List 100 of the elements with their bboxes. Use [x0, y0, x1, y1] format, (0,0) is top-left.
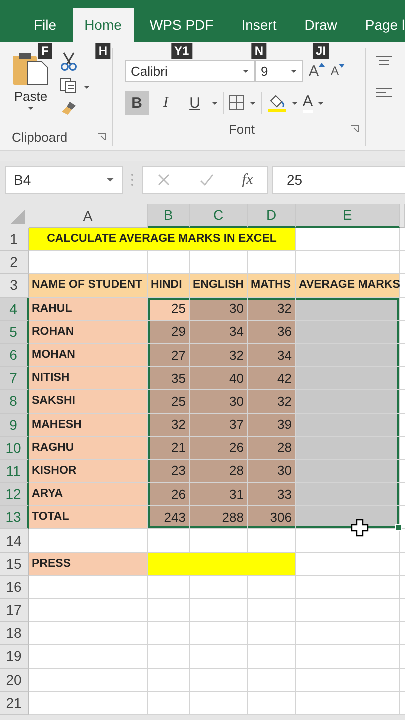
caret-icon[interactable] — [318, 102, 324, 104]
table-cell: 32 — [190, 344, 248, 368]
copy-icon[interactable] — [60, 78, 92, 94]
table-cell — [190, 529, 248, 553]
table-cell: HINDI — [148, 274, 190, 298]
row-header[interactable]: 19 — [0, 645, 29, 669]
row-header[interactable]: 17 — [0, 599, 29, 622]
table-cell: 28 — [248, 436, 296, 460]
dialog-launcher-icon[interactable] — [98, 133, 106, 141]
table-cell — [190, 692, 248, 715]
ribbon-tab[interactable]: Draw — [292, 8, 350, 42]
row-header[interactable]: 9 — [0, 414, 29, 437]
row-header[interactable]: 20 — [0, 668, 29, 692]
table-cell: 26 — [190, 436, 248, 460]
table-cell: 30 — [248, 460, 296, 484]
ribbon-tab[interactable]: Home — [72, 8, 134, 42]
row-header[interactable]: 18 — [0, 622, 29, 646]
formula-field[interactable]: 25 — [272, 166, 405, 194]
table-cell: 26 — [148, 483, 190, 506]
table-cell — [148, 645, 190, 669]
table-cell: ENGLISH — [190, 274, 248, 298]
table-cell: 34 — [248, 344, 296, 368]
table-cell: 32 — [248, 298, 296, 321]
table-cell — [248, 251, 296, 274]
table-cell: 32 — [148, 414, 190, 437]
table-cell — [248, 576, 296, 599]
fill-handle[interactable] — [395, 524, 402, 532]
table-cell: 21 — [148, 436, 190, 460]
underline-button[interactable]: U — [183, 91, 207, 115]
table-cell: ROHAN — [29, 320, 148, 344]
row-header[interactable]: 5 — [0, 320, 29, 344]
table-cell — [190, 668, 248, 692]
caret-icon — [243, 70, 249, 72]
row-header[interactable]: 7 — [0, 367, 29, 390]
font-name-field[interactable]: Calibri — [125, 60, 255, 82]
caret-icon[interactable] — [292, 102, 298, 104]
row-header[interactable]: 12 — [0, 483, 29, 506]
row-header[interactable]: 15 — [0, 552, 29, 576]
column-header[interactable]: A — [29, 204, 148, 228]
ribbon-tab[interactable]: WPS PDF — [138, 8, 226, 42]
table-cell — [248, 599, 296, 622]
column-header[interactable]: E — [296, 204, 400, 228]
table-cell — [248, 622, 296, 646]
ribbon-tab[interactable]: Insert — [230, 8, 289, 42]
font-size-field[interactable]: 9 — [255, 60, 303, 82]
row-header[interactable]: 1 — [0, 228, 29, 252]
table-cell: SAKSHI — [29, 390, 148, 414]
table-cell — [190, 251, 248, 274]
bold-button[interactable]: B — [125, 91, 149, 115]
table-cell: 39 — [248, 414, 296, 437]
key-tip: H — [96, 43, 111, 59]
caret-icon[interactable] — [250, 102, 256, 104]
dialog-launcher-icon[interactable] — [351, 125, 359, 133]
table-cell: MAHESH — [29, 414, 148, 437]
row-header[interactable]: 10 — [0, 436, 29, 460]
row-header[interactable]: 13 — [0, 506, 29, 530]
table-cell: 29 — [148, 320, 190, 344]
row-header[interactable]: 6 — [0, 344, 29, 368]
row-header[interactable]: 16 — [0, 576, 29, 599]
table-cell: MATHS — [248, 274, 296, 298]
caret-icon[interactable] — [212, 102, 218, 104]
shrink-font-button[interactable]: A — [331, 64, 346, 78]
drag-handle-icon[interactable] — [131, 173, 134, 187]
row-header[interactable]: 4 — [0, 298, 29, 321]
italic-button[interactable]: I — [154, 91, 178, 115]
key-tip: N — [252, 43, 267, 59]
table-cell — [190, 645, 248, 669]
ribbon-tab[interactable]: File — [22, 8, 69, 42]
row-header[interactable]: 8 — [0, 390, 29, 414]
table-cell: TOTAL — [29, 506, 148, 530]
column-header[interactable]: D — [248, 204, 296, 228]
align-left-icon[interactable] — [376, 88, 392, 98]
format-painter-icon[interactable] — [60, 100, 78, 116]
column-header[interactable]: C — [190, 204, 248, 228]
table-cell — [190, 599, 248, 622]
table-cell — [148, 599, 190, 622]
grow-font-button[interactable]: A — [309, 62, 326, 80]
font-color-button[interactable]: A — [303, 93, 314, 113]
table-cell: 42 — [248, 367, 296, 390]
row-header[interactable]: 2 — [0, 251, 29, 274]
borders-icon[interactable] — [229, 95, 245, 111]
table-cell — [148, 692, 190, 715]
row-header[interactable]: 3 — [0, 274, 29, 298]
align-top-icon[interactable] — [376, 56, 392, 66]
check-icon[interactable] — [198, 173, 215, 187]
column-header[interactable]: B — [148, 204, 190, 228]
table-cell — [248, 645, 296, 669]
row-header[interactable]: 14 — [0, 529, 29, 553]
table-cell: 37 — [190, 414, 248, 437]
name-box[interactable]: B4 — [5, 166, 123, 194]
table-cell: 25 — [148, 390, 190, 414]
ribbon-tab[interactable]: Page l — [353, 8, 405, 42]
table-cell: CALCULATE AVERAGE MARKS IN EXCEL — [29, 228, 296, 252]
down-arrow-icon — [339, 64, 346, 68]
cut-icon[interactable] — [60, 52, 78, 72]
row-header[interactable]: 21 — [0, 692, 29, 715]
insert-function-button[interactable]: fx — [242, 172, 254, 188]
row-header[interactable]: 11 — [0, 460, 29, 484]
table-cell: 40 — [190, 367, 248, 390]
fill-color-icon[interactable] — [267, 94, 287, 112]
